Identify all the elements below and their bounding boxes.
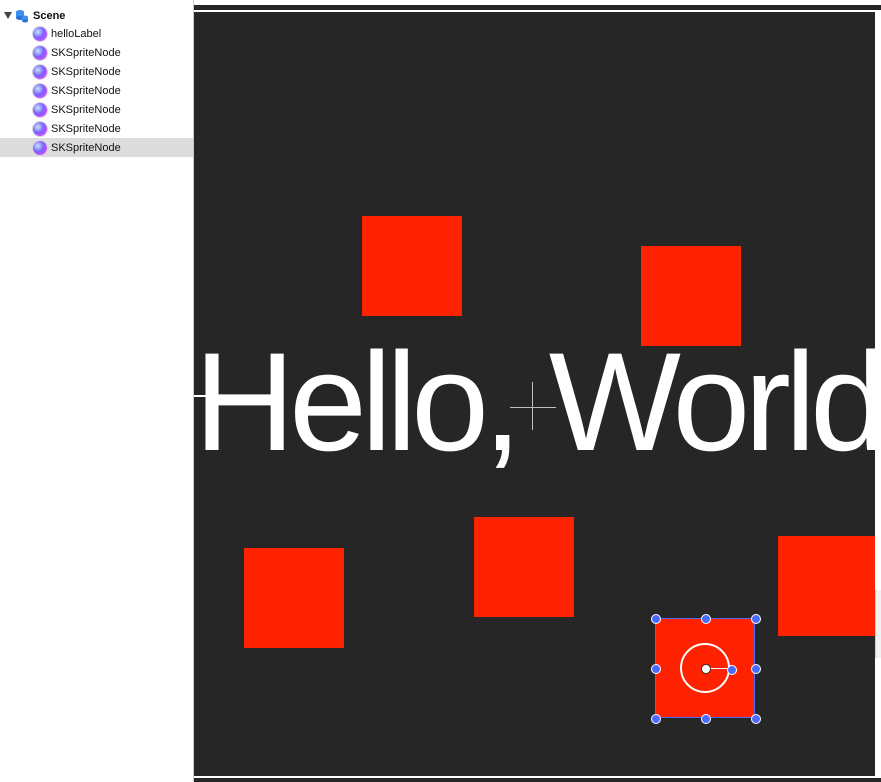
canvas-top-border (194, 5, 881, 10)
node-icon (33, 45, 47, 60)
disclosure-triangle-icon[interactable] (4, 12, 12, 19)
resize-handle-left[interactable] (651, 664, 661, 674)
sprite-node[interactable] (244, 548, 344, 648)
canvas-right-edge (875, 590, 881, 658)
resize-handle-top-right[interactable] (751, 614, 761, 624)
outline-row-label: Scene (33, 9, 66, 22)
outline-row-sprite-6-selected[interactable]: SKSpriteNode (0, 138, 193, 157)
origin-crosshair (510, 407, 556, 408)
outline-row-label: SKSpriteNode (51, 46, 121, 59)
outline-row-sprite-5[interactable]: SKSpriteNode (0, 119, 193, 138)
outline-row-label: SKSpriteNode (51, 84, 121, 97)
outline-row-scene[interactable]: Scene (0, 6, 193, 25)
outline-row-sprite-4[interactable]: SKSpriteNode (0, 100, 193, 119)
rotation-handle[interactable] (727, 665, 737, 675)
sprite-node[interactable] (474, 517, 574, 617)
outline-row-label: SKSpriteNode (51, 141, 121, 154)
scene-canvas[interactable]: Hello, World (194, 12, 875, 776)
node-icon (33, 83, 47, 98)
outline-row-label: SKSpriteNode (51, 65, 121, 78)
origin-crosshair (532, 382, 533, 430)
resize-handle-top[interactable] (701, 614, 711, 624)
scene-icon (15, 9, 29, 23)
hello-label-node[interactable]: Hello, World (194, 312, 875, 492)
node-icon (33, 140, 47, 155)
outline-row-sprite-3[interactable]: SKSpriteNode (0, 81, 193, 100)
resize-handle-bottom-left[interactable] (651, 714, 661, 724)
sprite-node[interactable] (362, 216, 462, 316)
outline-row-hellolabel[interactable]: helloLabel (0, 24, 193, 43)
resize-handle-top-left[interactable] (651, 614, 661, 624)
scene-outline-panel: Scene helloLabel SKSpriteNode SKSpriteNo… (0, 0, 194, 782)
canvas-bottom-border (194, 778, 881, 782)
outline-row-sprite-1[interactable]: SKSpriteNode (0, 43, 193, 62)
sprite-node[interactable] (778, 536, 875, 636)
resize-handle-bottom[interactable] (701, 714, 711, 724)
scene-editor: Hello, World (194, 0, 881, 782)
outline-row-label: SKSpriteNode (51, 103, 121, 116)
resize-handle-right[interactable] (751, 664, 761, 674)
outline-row-sprite-2[interactable]: SKSpriteNode (0, 62, 193, 81)
node-icon (33, 121, 47, 136)
outline-row-label: helloLabel (51, 27, 102, 40)
node-icon (33, 64, 47, 79)
resize-handle-bottom-right[interactable] (751, 714, 761, 724)
outline-row-label: SKSpriteNode (51, 122, 121, 135)
node-icon (33, 26, 47, 41)
anchor-point-handle[interactable] (701, 664, 711, 674)
node-icon (33, 102, 47, 117)
